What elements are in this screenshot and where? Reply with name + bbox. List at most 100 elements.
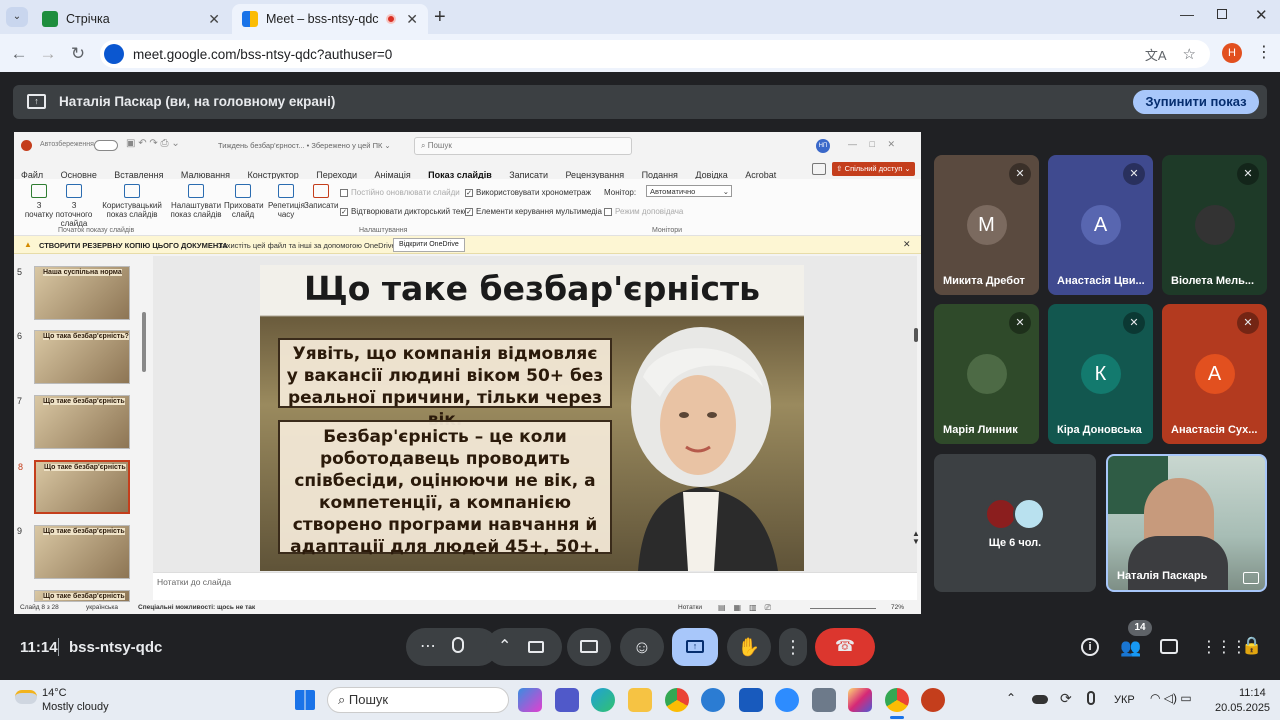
site-info-icon[interactable] [104, 44, 124, 64]
more-options-button[interactable]: ⋮ [779, 628, 807, 666]
start-button[interactable] [295, 690, 315, 710]
copilot-icon[interactable] [518, 688, 542, 712]
wifi-volume-battery-icons[interactable]: ◠ ◁) ▭ [1150, 691, 1192, 705]
record-button[interactable]: Записати [304, 184, 339, 210]
edge-icon[interactable] [591, 688, 615, 712]
notes-toggle-button[interactable]: Нотатки [678, 604, 702, 611]
teams-icon[interactable] [555, 688, 579, 712]
mic-tray-icon[interactable] [1087, 691, 1095, 705]
clock-date[interactable]: 20.05.2025 [1215, 702, 1270, 714]
new-tab-button[interactable]: + [434, 6, 446, 29]
tab-strichka[interactable]: Стрічка ✕ [32, 4, 230, 34]
word-icon[interactable] [739, 688, 763, 712]
profile-avatar[interactable]: Н [1222, 43, 1242, 63]
raise-hand-button[interactable]: ✋ [727, 628, 771, 666]
share-button[interactable]: ⇧ Спільний доступ ⌄ [832, 162, 915, 176]
people-icon[interactable]: 👥 [1120, 638, 1141, 658]
keep-updated-checkbox[interactable]: Постійно оновлювати слайди [340, 188, 460, 197]
open-onedrive-button[interactable]: Відкрити OneDrive [393, 238, 465, 252]
back-icon[interactable]: ← [7, 42, 31, 66]
presenter-view-checkbox[interactable]: Режим доповідача [604, 207, 683, 216]
participant-tile[interactable]: ✕ Віолета Мель... [1162, 155, 1267, 295]
minimize-icon[interactable]: — [1180, 6, 1194, 22]
pip-icon[interactable] [1243, 572, 1259, 584]
app-icon[interactable] [701, 688, 725, 712]
sync-icon[interactable]: ⟳ [1060, 690, 1072, 707]
participant-tile[interactable]: К ✕ Кіра Доновська [1048, 304, 1153, 444]
close-window-icon[interactable]: ✕ [1255, 6, 1268, 24]
monitor-select[interactable]: Автоматично ⌄ [646, 185, 732, 197]
powerpoint-icon[interactable] [921, 688, 945, 712]
keyboard-language[interactable]: УКР [1114, 694, 1135, 706]
stop-presenting-button[interactable]: Зупинити показ [1133, 90, 1259, 114]
address-bar[interactable]: meet.google.com/bss-ntsy-qdc?authuser=0 … [100, 40, 1210, 68]
hide-slide-button[interactable]: Приховати слайд [224, 184, 264, 219]
file-explorer-icon[interactable] [628, 688, 652, 712]
slide-thumbnail[interactable]: 5 Наша суспільна норма [17, 266, 130, 320]
participant-tile[interactable]: ✕ Марія Линник [934, 304, 1039, 444]
meeting-info-icon[interactable]: i [1081, 638, 1099, 656]
canvas-scrollbar[interactable] [914, 328, 918, 342]
browser-menu-icon[interactable]: ⋮ [1256, 42, 1272, 62]
emoji-button[interactable]: ☺ [620, 628, 664, 666]
restore-icon[interactable] [1217, 9, 1227, 19]
view-buttons[interactable]: ▤▦▥⎚ [718, 603, 779, 613]
ppt-search-box[interactable]: ⌕ Пошук [414, 137, 632, 155]
taskbar-search[interactable]: ⌕ Пошук [327, 687, 509, 713]
quick-access-icons[interactable]: ▣ ↶ ↷ ⎙ ⌄ [126, 138, 180, 149]
chrome-icon[interactable] [665, 688, 689, 712]
chrome-active-icon[interactable] [885, 688, 909, 712]
from-current-button[interactable]: З поточного слайда [54, 184, 94, 228]
close-tab-icon[interactable]: ✕ [208, 11, 220, 28]
zoom-icon[interactable] [775, 688, 799, 712]
next-slide-arrows[interactable]: ▲ ▼ [912, 530, 920, 546]
setup-show-button[interactable]: Налаштувати показ слайдів [170, 184, 222, 219]
self-view-tile[interactable]: Наталія Паскарь [1106, 454, 1267, 592]
captions-button[interactable] [567, 628, 611, 666]
user-avatar[interactable]: НП [816, 139, 830, 153]
slide-thumbnail[interactable]: 10Що таке безбар'єрність [34, 590, 130, 602]
play-narration-checkbox[interactable]: ✓ Відтворювати дикторський текст [340, 207, 472, 216]
close-tab-icon[interactable]: ✕ [406, 11, 418, 28]
rehearse-timings-button[interactable]: Репетиція часу [268, 184, 305, 219]
tray-overflow-icon[interactable]: ⌃ [1006, 691, 1016, 705]
slide-thumbnail[interactable]: 9 Що таке безбар'єрність [17, 525, 130, 579]
thumbnail-scrollbar[interactable] [142, 312, 146, 372]
translate-icon[interactable]: 文A [1145, 45, 1167, 64]
camera-icon[interactable] [528, 641, 544, 653]
activities-icon[interactable]: ⋮⋮⋮ [1201, 637, 1247, 657]
printer-app-icon[interactable] [812, 688, 836, 712]
accessibility-status[interactable]: Спеціальні можливості: щось не так [138, 604, 255, 611]
instagram-icon[interactable] [848, 688, 872, 712]
bookmark-star-icon[interactable]: ☆ [1183, 45, 1196, 63]
media-controls-checkbox[interactable]: ✓ Елементи керування мультимедіа [465, 207, 602, 216]
language-status[interactable]: українська [86, 604, 118, 611]
video-settings-button[interactable]: ⌃ [486, 628, 562, 666]
weather-text[interactable]: Mostly cloudy [42, 701, 109, 713]
leave-call-button[interactable]: ☎ [815, 628, 875, 666]
slide-thumbnail[interactable]: 6 Що така безбар'єрність? [17, 330, 130, 384]
chat-icon[interactable] [1160, 639, 1178, 654]
autosave-toggle[interactable] [94, 140, 118, 151]
zoom-slider[interactable] [810, 608, 876, 609]
host-controls-icon[interactable]: 🔒 [1241, 636, 1262, 656]
slide-thumbnail-selected[interactable]: 8 Що таке безбар'єрність [18, 460, 130, 514]
zoom-level[interactable]: 72% [891, 604, 904, 611]
mic-icon[interactable] [452, 637, 464, 653]
present-button[interactable]: ↑ [672, 628, 718, 666]
forward-icon[interactable]: → [36, 42, 60, 66]
slide-thumbnail[interactable]: 7 Що таке безбар'єрність [17, 395, 130, 449]
notes-pane[interactable] [153, 572, 917, 600]
onedrive-icon[interactable] [1032, 695, 1048, 704]
comments-icon[interactable] [812, 163, 826, 175]
use-timings-checkbox[interactable]: ✓ Використовувати хронометраж [465, 188, 591, 197]
participant-tile[interactable]: А ✕ Анастасія Цви... [1048, 155, 1153, 295]
current-slide[interactable]: Що таке безбар'єрність Уявіть, що компан… [260, 265, 804, 571]
participant-tile[interactable]: М ✕ Микита Дребот [934, 155, 1039, 295]
participant-tile[interactable]: А ✕ Анастасія Сух... [1162, 304, 1267, 444]
clock-time[interactable]: 11:14 [1239, 687, 1266, 699]
close-notice-icon[interactable]: ✕ [903, 239, 911, 250]
tab-search-button[interactable]: ⌄ [6, 7, 28, 27]
document-title[interactable]: Тиждень безбар'єрност... • Збережено у ц… [218, 141, 391, 150]
from-beginning-button[interactable]: З початку [24, 184, 54, 219]
